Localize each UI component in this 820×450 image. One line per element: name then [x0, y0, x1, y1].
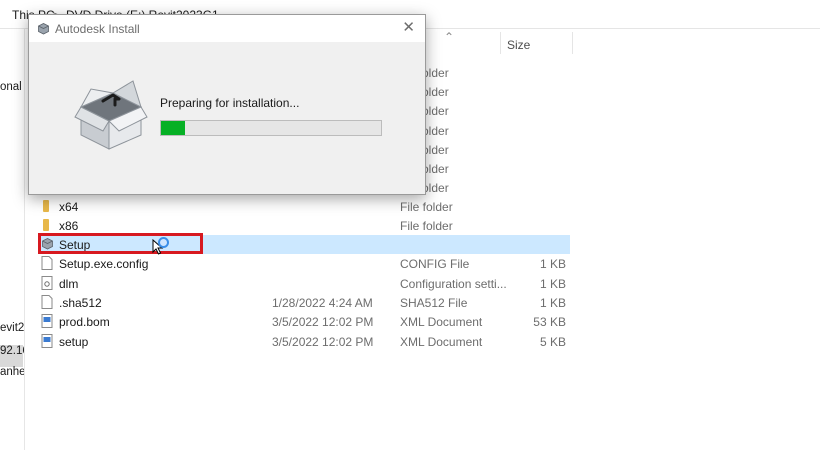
dialog-title: Autodesk Install	[55, 22, 140, 36]
file-type: File folder	[400, 218, 453, 233]
status-message: Preparing for installation...	[160, 96, 300, 110]
file-row[interactable]: dlm Configuration setti... 1 KB	[38, 274, 570, 293]
file-name: setup	[59, 334, 89, 349]
file-name: .sha512	[59, 296, 102, 310]
dialog-title-bar[interactable]: Autodesk Install ✕	[29, 15, 425, 42]
file-row[interactable]: prod.bom 3/5/2022 12:02 PM XML Document 53 …	[38, 312, 570, 331]
sort-chevron-up-icon: ⌃	[444, 30, 455, 44]
file-date: 3/5/2022 12:02 PM	[272, 315, 374, 330]
file-name: Setup.exe.config	[59, 257, 149, 272]
file-type: Configuration setti...	[400, 276, 507, 291]
file-name: x86	[59, 218, 79, 233]
file-type-cell: older	[422, 162, 449, 176]
highlight-box	[38, 233, 203, 254]
busy-spinner-icon	[158, 237, 169, 248]
file-type: File folder	[400, 199, 453, 214]
software-box-icon	[74, 80, 148, 150]
nav-item[interactable]: onal	[0, 81, 22, 93]
nav-item[interactable]: 92.16	[0, 345, 24, 357]
navigation-pane[interactable]: onal evit2 92.16 anhe	[0, 29, 25, 450]
file-row[interactable]: x64 File folder	[38, 197, 570, 216]
file-type-cell: older	[422, 66, 449, 80]
progress-fill	[161, 121, 186, 135]
nav-item[interactable]: anhe	[0, 366, 24, 378]
autodesk-app-icon	[38, 23, 49, 35]
file-row[interactable]: x86 File folder	[38, 216, 570, 235]
file-type: XML Document	[400, 334, 483, 349]
file-size: 5 KB	[539, 334, 566, 349]
xml-file-icon	[41, 333, 53, 348]
file-icon	[41, 295, 53, 309]
file-size: 53 KB	[533, 315, 566, 330]
file-size: 1 KB	[539, 257, 566, 272]
install-progress-bar	[160, 120, 382, 136]
column-separator[interactable]	[572, 32, 573, 54]
file-name: prod.bom	[59, 315, 110, 330]
file-date: 1/28/2022 4:24 AM	[272, 296, 373, 310]
xml-file-icon	[41, 314, 53, 329]
file-name: x64	[59, 199, 79, 214]
file-icon	[41, 256, 53, 271]
file-row[interactable]: .sha512 1/28/2022 4:24 AM SHA512 File 1 KB	[38, 293, 570, 312]
file-row[interactable]: setup 3/5/2022 12:02 PM XML Document 5 KB	[38, 332, 570, 351]
file-type-cell: older	[422, 123, 449, 138]
file-row[interactable]: Setup.exe.config CONFIG File 1 KB	[38, 254, 570, 273]
column-header-size[interactable]: Size	[507, 38, 530, 52]
nav-item[interactable]: evit2	[0, 322, 24, 334]
close-icon[interactable]: ✕	[402, 20, 415, 35]
folder-icon	[43, 199, 49, 212]
folder-icon	[43, 218, 49, 231]
file-type: SHA512 File	[400, 296, 468, 310]
file-type-cell: older	[422, 142, 449, 157]
file-type-cell: older	[422, 104, 449, 119]
config-file-icon	[41, 275, 53, 290]
file-type-cell: older	[422, 181, 449, 196]
file-type: XML Document	[400, 315, 483, 330]
autodesk-install-dialog[interactable]: Autodesk Install ✕ Preparing for install…	[28, 14, 426, 195]
file-type-cell: older	[422, 85, 449, 100]
file-type: CONFIG File	[400, 257, 470, 272]
file-date: 3/5/2022 12:02 PM	[272, 334, 374, 349]
file-size: 1 KB	[539, 276, 566, 291]
file-name: dlm	[59, 276, 79, 291]
column-separator[interactable]	[500, 32, 501, 54]
file-size: 1 KB	[539, 296, 566, 310]
